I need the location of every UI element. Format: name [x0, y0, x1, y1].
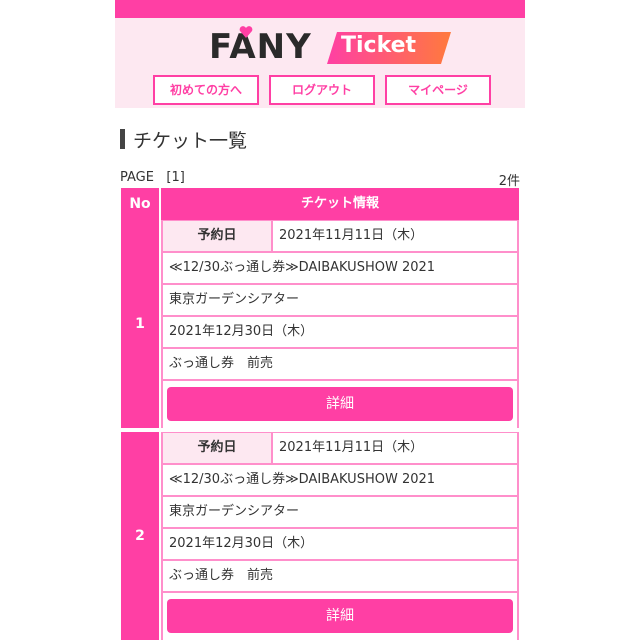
event-name: ≪12/30ぶっ通し券≫DAIBAKUSHOW 2021: [163, 465, 517, 495]
event-date: 2021年12月30日（木）: [163, 317, 517, 347]
reservation-date: 2021年11月11日（木）: [273, 221, 517, 251]
logout-button[interactable]: ログアウト: [269, 75, 375, 105]
detail-button[interactable]: 詳細: [167, 599, 513, 633]
reservation-date: 2021年11月11日（木）: [273, 433, 517, 463]
venue: 東京ガーデンシアター: [163, 497, 517, 527]
detail-button[interactable]: 詳細: [167, 387, 513, 421]
title-marker: [120, 129, 125, 149]
reservation-label: 予約日: [163, 433, 271, 463]
reservation-label: 予約日: [163, 221, 271, 251]
ticket-number: 1: [121, 220, 159, 428]
ticket-details: 予約日 2021年11月11日（木） ≪12/30ぶっ通し券≫DAIBAKUSH…: [161, 432, 519, 640]
event-date: 2021年12月30日（木）: [163, 529, 517, 559]
result-count: 2件: [498, 174, 520, 189]
page-title: チケット一覧: [133, 130, 248, 152]
ticket-type: ぶっ通し券 前売: [163, 561, 517, 591]
detail-button-area: 詳細: [163, 593, 517, 640]
mypage-button[interactable]: マイページ: [385, 75, 491, 105]
pagination-info: PAGE [1]: [120, 170, 185, 185]
ticket-type: ぶっ通し券 前売: [163, 349, 517, 379]
detail-button-area: 詳細: [163, 381, 517, 428]
venue: 東京ガーデンシアター: [163, 285, 517, 315]
top-accent-bar: [115, 0, 525, 18]
ticket-number: 2: [121, 432, 159, 640]
ticket-details: 予約日 2021年11月11日（木） ≪12/30ぶっ通し券≫DAIBAKUSH…: [161, 220, 519, 428]
event-name: ≪12/30ぶっ通し券≫DAIBAKUSHOW 2021: [163, 253, 517, 283]
heart-icon: [239, 26, 253, 38]
logo-brand-text: FANY: [209, 27, 312, 67]
first-time-button[interactable]: 初めての方へ: [153, 75, 259, 105]
site-header: FANY Ticket 初めての方へ ログアウト マイページ: [115, 18, 525, 108]
column-header-no: No: [121, 188, 159, 220]
column-header-info: チケット情報: [161, 188, 519, 220]
fany-ticket-logo[interactable]: FANY Ticket: [209, 26, 454, 67]
page-label: PAGE: [120, 170, 154, 185]
ticket-list-page: FANY Ticket 初めての方へ ログアウト マイページ チケット一覧 PA…: [0, 0, 640, 640]
logo-product-text: Ticket: [341, 33, 417, 58]
page-number: [1]: [166, 170, 185, 185]
